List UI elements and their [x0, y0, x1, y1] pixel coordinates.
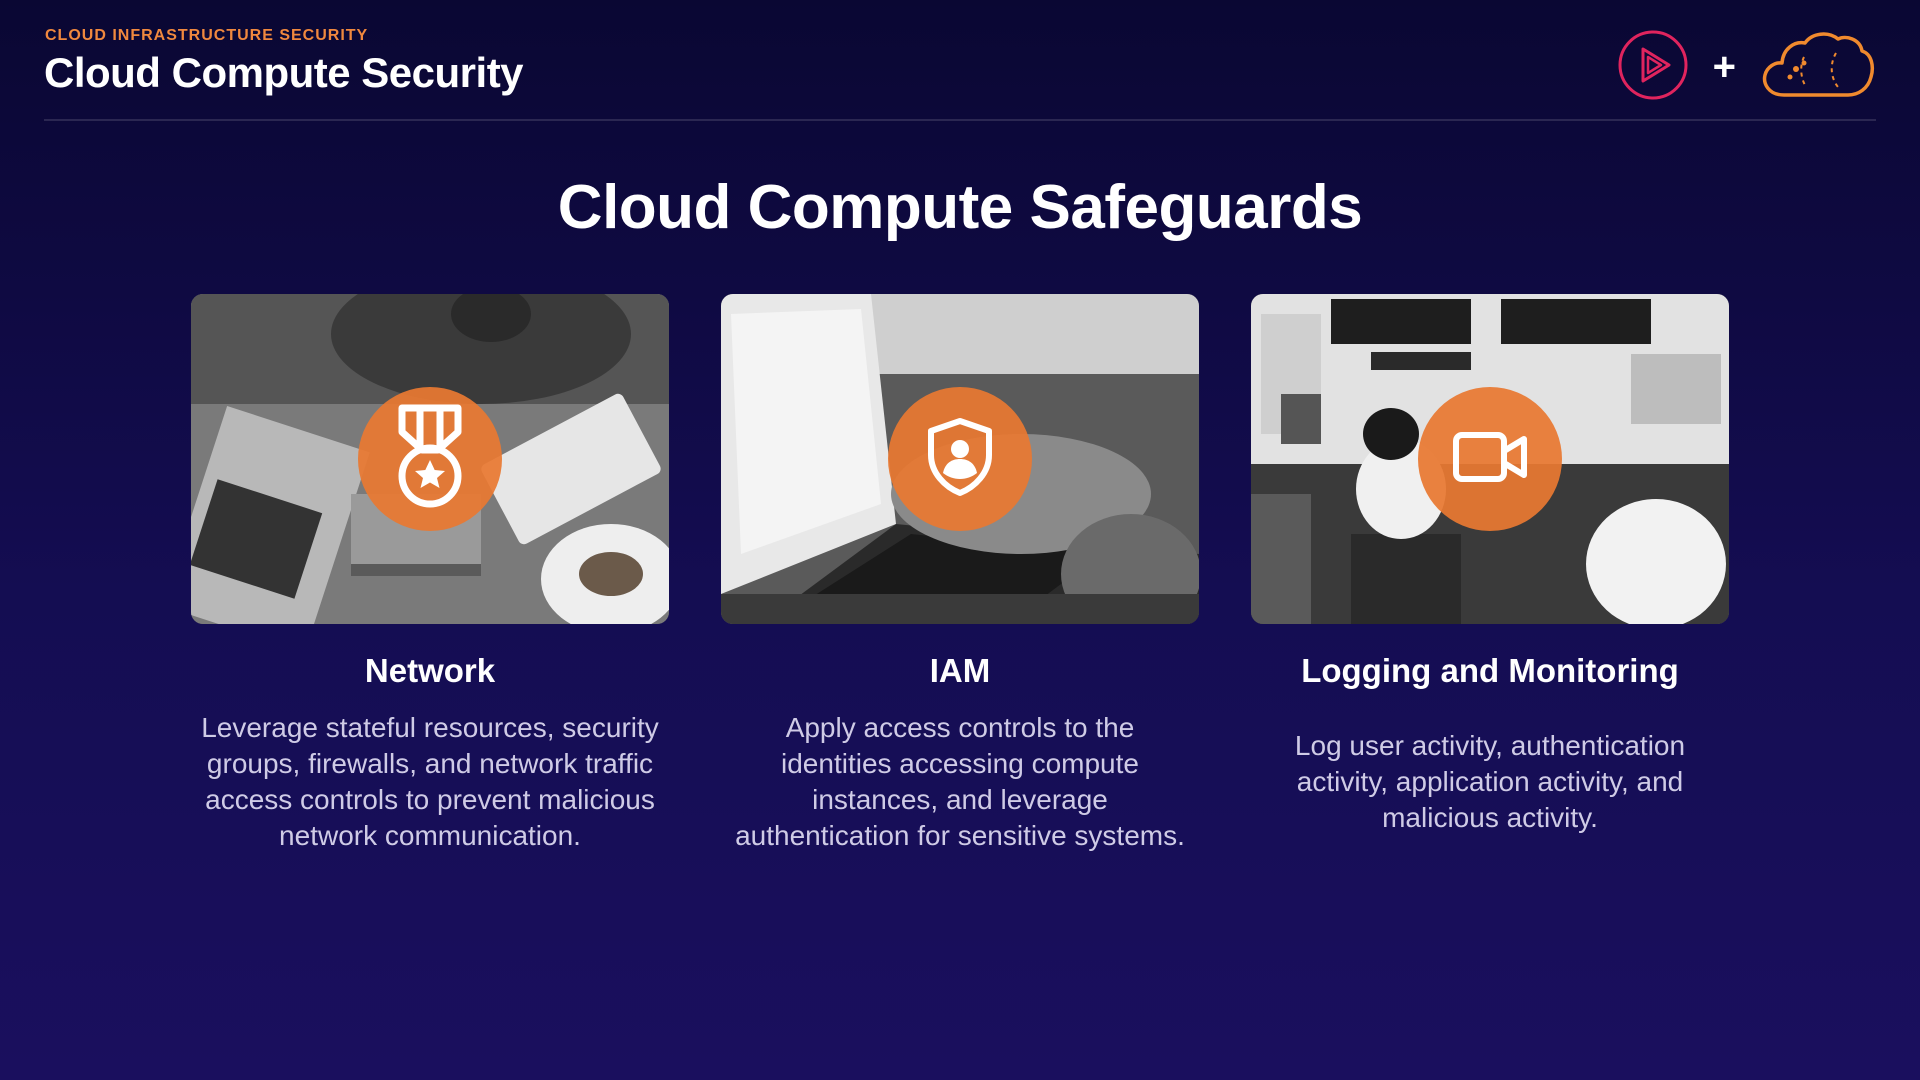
card-title: Network — [364, 652, 496, 689]
header-logos: + — [1617, 30, 1876, 104]
card-logging-monitoring: Logging and Monitoring Log user activity… — [1251, 294, 1729, 836]
header-divider — [44, 119, 1876, 121]
card-description: Leverage stateful resources, security gr… — [201, 712, 659, 851]
card-title: IAM — [929, 652, 991, 689]
video-camera-icon — [1452, 429, 1528, 490]
medal-icon — [390, 402, 470, 517]
card-photo — [1251, 294, 1729, 624]
main-title: Cloud Compute Safeguards — [557, 173, 1363, 242]
plus-sign: + — [1712, 45, 1736, 89]
card-description: Apply access controls to the identities … — [735, 712, 1185, 851]
cloud-logo-icon — [1760, 29, 1876, 106]
shield-user-icon — [925, 417, 995, 502]
card-iam: IAM Apply access controls to the identit… — [721, 294, 1199, 854]
card-photo — [721, 294, 1199, 624]
badge — [358, 387, 502, 531]
card-photo — [191, 294, 669, 624]
card-network: Network Leverage stateful resources, sec… — [191, 294, 669, 854]
badge — [1418, 387, 1562, 531]
card-title: Logging and Monitoring — [1301, 652, 1679, 689]
slide: CLOUD INFRASTRUCTURE SECURITY Cloud Comp… — [0, 0, 1920, 1080]
pluralsight-logo-icon — [1617, 29, 1689, 106]
card-description: Log user activity, authentication activi… — [1294, 730, 1686, 833]
badge — [888, 387, 1032, 531]
header-eyebrow: CLOUD INFRASTRUCTURE SECURITY — [45, 27, 369, 44]
header-title: Cloud Compute Security — [44, 49, 524, 96]
